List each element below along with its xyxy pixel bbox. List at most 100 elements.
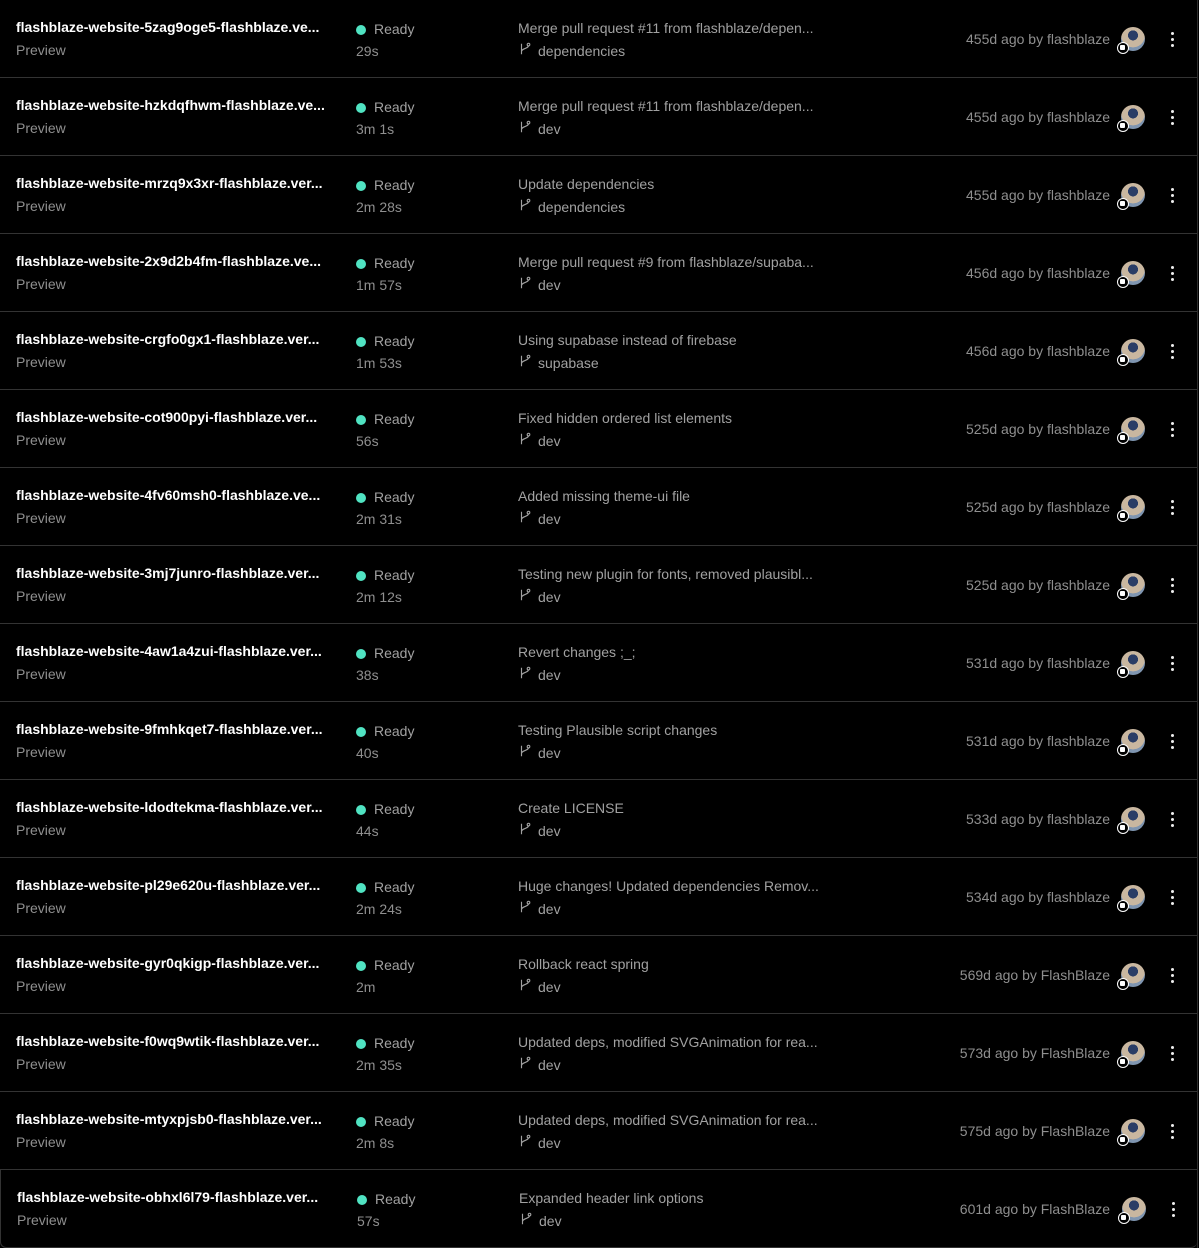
commit-message[interactable]: Fixed hidden ordered list elements: [518, 410, 840, 426]
deployment-row[interactable]: flashblaze-website-4aw1a4zui-flashblaze.…: [0, 624, 1197, 702]
branch[interactable]: dev: [518, 432, 561, 449]
deployment-environment: Preview: [16, 744, 66, 760]
commit-message[interactable]: Merge pull request #11 from flashblaze/d…: [518, 20, 840, 36]
branch[interactable]: dev: [518, 510, 561, 527]
more-options-icon[interactable]: [1164, 729, 1180, 753]
commit-message[interactable]: Update dependencies: [518, 176, 840, 192]
more-options-icon[interactable]: [1164, 417, 1180, 441]
more-options-icon[interactable]: [1165, 1197, 1181, 1221]
more-options-icon[interactable]: [1164, 27, 1180, 51]
deployment-list: flashblaze-website-5zag9oge5-flashblaze.…: [0, 0, 1198, 1248]
deployment-row[interactable]: flashblaze-website-9fmhkqet7-flashblaze.…: [0, 702, 1197, 780]
deployment-row[interactable]: flashblaze-website-f0wq9wtik-flashblaze.…: [0, 1014, 1197, 1092]
more-options-icon[interactable]: [1164, 495, 1180, 519]
more-options-icon[interactable]: [1164, 183, 1180, 207]
commit-message[interactable]: Testing Plausible script changes: [518, 722, 840, 738]
github-icon: [1117, 1056, 1129, 1068]
deployment-url[interactable]: flashblaze-website-crgfo0gx1-flashblaze.…: [16, 331, 346, 347]
git-branch-icon: [518, 1134, 532, 1151]
more-options-icon[interactable]: [1164, 807, 1180, 831]
status-label: Ready: [374, 333, 415, 349]
branch[interactable]: dev: [518, 744, 561, 761]
commit-message[interactable]: Merge pull request #9 from flashblaze/su…: [518, 254, 840, 270]
branch-name: dev: [538, 432, 561, 449]
deployment-url[interactable]: flashblaze-website-hzkdqfhwm-flashblaze.…: [16, 97, 346, 113]
deployment-url[interactable]: flashblaze-website-ldodtekma-flashblaze.…: [16, 799, 346, 815]
github-icon: [1117, 42, 1129, 54]
deployment-row[interactable]: flashblaze-website-pl29e620u-flashblaze.…: [0, 858, 1197, 936]
commit-message[interactable]: Merge pull request #11 from flashblaze/d…: [518, 98, 840, 114]
deployment-url[interactable]: flashblaze-website-4fv60msh0-flashblaze.…: [16, 487, 346, 503]
deployment-url[interactable]: flashblaze-website-mtyxpjsb0-flashblaze.…: [16, 1111, 346, 1127]
branch[interactable]: dependencies: [518, 42, 625, 59]
deployment-row[interactable]: flashblaze-website-4fv60msh0-flashblaze.…: [0, 468, 1197, 546]
commit-message[interactable]: Using supabase instead of firebase: [518, 332, 840, 348]
deployment-url[interactable]: flashblaze-website-obhxl6l79-flashblaze.…: [17, 1189, 347, 1205]
commit-message[interactable]: Huge changes! Updated dependencies Remov…: [518, 878, 840, 894]
more-options-icon[interactable]: [1164, 963, 1180, 987]
more-options-icon[interactable]: [1164, 885, 1180, 909]
deployment-time-author: 455d ago by flashblaze: [966, 31, 1110, 47]
commit-message[interactable]: Revert changes ;_;: [518, 644, 840, 660]
deployment-row[interactable]: flashblaze-website-crgfo0gx1-flashblaze.…: [0, 312, 1197, 390]
git-branch-icon: [518, 42, 532, 59]
github-icon: [1117, 354, 1129, 366]
deployment-url[interactable]: flashblaze-website-pl29e620u-flashblaze.…: [16, 877, 346, 893]
deployment-url[interactable]: flashblaze-website-2x9d2b4fm-flashblaze.…: [16, 253, 346, 269]
status-dot-icon: [356, 961, 366, 971]
deployment-row[interactable]: flashblaze-website-ldodtekma-flashblaze.…: [0, 780, 1197, 858]
deployment-url[interactable]: flashblaze-website-9fmhkqet7-flashblaze.…: [16, 721, 346, 737]
branch-name: dependencies: [538, 42, 626, 59]
branch[interactable]: dev: [518, 666, 561, 683]
deployment-url[interactable]: flashblaze-website-5zag9oge5-flashblaze.…: [16, 19, 346, 35]
branch[interactable]: dev: [518, 822, 561, 839]
deployment-row[interactable]: flashblaze-website-3mj7junro-flashblaze.…: [0, 546, 1197, 624]
commit-message[interactable]: Updated deps, modified SVGAnimation for …: [518, 1034, 840, 1050]
deployment-row[interactable]: flashblaze-website-hzkdqfhwm-flashblaze.…: [0, 78, 1197, 156]
deployment-url[interactable]: flashblaze-website-mrzq9x3xr-flashblaze.…: [16, 175, 346, 191]
commit-message[interactable]: Added missing theme-ui file: [518, 488, 840, 504]
more-options-icon[interactable]: [1164, 573, 1180, 597]
commit-message[interactable]: Create LICENSE: [518, 800, 840, 816]
more-options-icon[interactable]: [1164, 1041, 1180, 1065]
branch[interactable]: dev: [519, 1212, 562, 1229]
deployment-row[interactable]: flashblaze-website-gyr0qkigp-flashblaze.…: [0, 936, 1197, 1014]
deployment-row[interactable]: flashblaze-website-mrzq9x3xr-flashblaze.…: [0, 156, 1197, 234]
commit-message[interactable]: Updated deps, modified SVGAnimation for …: [518, 1112, 840, 1128]
branch[interactable]: supabase: [518, 354, 599, 371]
branch-name: dev: [538, 666, 561, 683]
branch[interactable]: dev: [518, 1134, 561, 1151]
git-branch-icon: [518, 432, 532, 449]
branch[interactable]: dev: [518, 900, 561, 917]
more-options-icon[interactable]: [1164, 651, 1180, 675]
more-options-icon[interactable]: [1164, 105, 1180, 129]
branch[interactable]: dev: [518, 120, 561, 137]
commit-message[interactable]: Rollback react spring: [518, 956, 840, 972]
status-label: Ready: [374, 801, 415, 817]
deployment-environment: Preview: [16, 666, 66, 682]
branch[interactable]: dependencies: [518, 198, 625, 215]
branch[interactable]: dev: [518, 978, 561, 995]
more-options-icon[interactable]: [1164, 261, 1180, 285]
branch[interactable]: dev: [518, 276, 561, 293]
deployment-row[interactable]: flashblaze-website-obhxl6l79-flashblaze.…: [0, 1170, 1197, 1248]
deployment-row[interactable]: flashblaze-website-2x9d2b4fm-flashblaze.…: [0, 234, 1197, 312]
github-icon: [1117, 978, 1129, 990]
deployment-url[interactable]: flashblaze-website-f0wq9wtik-flashblaze.…: [16, 1033, 346, 1049]
commit-message[interactable]: Expanded header link options: [519, 1190, 841, 1206]
more-options-icon[interactable]: [1164, 1119, 1180, 1143]
branch[interactable]: dev: [518, 588, 561, 605]
deployment-url[interactable]: flashblaze-website-3mj7junro-flashblaze.…: [16, 565, 346, 581]
branch-name: dev: [538, 978, 561, 995]
branch-name: dev: [539, 1212, 562, 1229]
deployment-url[interactable]: flashblaze-website-4aw1a4zui-flashblaze.…: [16, 643, 346, 659]
commit-message[interactable]: Testing new plugin for fonts, removed pl…: [518, 566, 840, 582]
deployment-row[interactable]: flashblaze-website-mtyxpjsb0-flashblaze.…: [0, 1092, 1197, 1170]
deployment-url[interactable]: flashblaze-website-gyr0qkigp-flashblaze.…: [16, 955, 346, 971]
deployment-row[interactable]: flashblaze-website-cot900pyi-flashblaze.…: [0, 390, 1197, 468]
deployment-row[interactable]: flashblaze-website-5zag9oge5-flashblaze.…: [0, 0, 1197, 78]
more-options-icon[interactable]: [1164, 339, 1180, 363]
deployment-url[interactable]: flashblaze-website-cot900pyi-flashblaze.…: [16, 409, 346, 425]
branch[interactable]: dev: [518, 1056, 561, 1073]
github-icon: [1117, 120, 1129, 132]
